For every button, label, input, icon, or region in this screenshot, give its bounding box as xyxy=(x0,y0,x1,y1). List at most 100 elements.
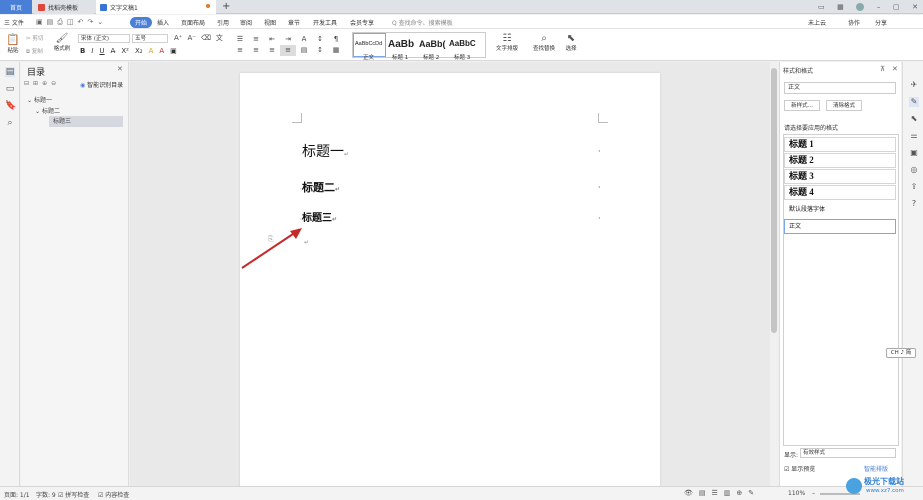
bullet-list-icon[interactable]: ☰ xyxy=(232,34,248,45)
file-menu[interactable]: 三 文件 xyxy=(4,18,24,27)
reading-view-icon[interactable]: ▥ xyxy=(724,489,731,498)
underline-button[interactable]: U xyxy=(99,46,104,56)
find-icon[interactable]: ⌕ xyxy=(5,118,15,128)
decrease-indent-icon[interactable]: ⇤ xyxy=(264,34,280,45)
font-size-select[interactable]: 五号 xyxy=(132,34,168,43)
customize-icon[interactable]: ⌄ xyxy=(97,18,103,26)
tab-home[interactable]: 首页 xyxy=(0,0,32,14)
borders-icon[interactable]: ▦ xyxy=(328,45,344,56)
remove-icon[interactable]: ⊖ xyxy=(51,80,56,88)
find-replace-button[interactable]: ⌕ 查找替换 xyxy=(530,33,558,52)
toc-item-3[interactable]: 标题三 xyxy=(49,116,123,127)
vertical-scrollbar[interactable] xyxy=(770,62,778,486)
scrollbar-thumb[interactable] xyxy=(771,68,777,333)
shrink-font-button[interactable]: A⁻ xyxy=(187,34,195,43)
bookmark-icon[interactable]: 🔖 xyxy=(5,101,16,111)
bold-button[interactable]: B xyxy=(80,46,85,56)
document-page[interactable]: ·标题一↵ ·标题二↵ ·标题三↵ · · · ⎘ ↵ xyxy=(240,73,660,493)
char-border-button[interactable]: ▣ xyxy=(170,46,177,56)
pinyin-icon[interactable]: 文 xyxy=(216,34,223,43)
clear-format-button[interactable]: 清除格式 xyxy=(826,100,862,111)
expand-all-icon[interactable]: ⊞ xyxy=(33,80,38,88)
tab-document[interactable]: 文字文稿1 xyxy=(96,0,216,14)
highlight-button[interactable]: A xyxy=(149,46,154,56)
add-icon[interactable]: ⊕ xyxy=(42,80,47,88)
font-color-button[interactable]: A xyxy=(159,46,164,56)
chapter-icon[interactable]: ▭ xyxy=(5,84,15,94)
pin-icon[interactable]: ⊼ xyxy=(880,65,885,73)
print-preview-icon[interactable]: ◫ xyxy=(67,18,74,26)
style-item-default-font[interactable]: 默认段落字体 xyxy=(784,202,896,217)
increase-indent-icon[interactable]: ⇥ xyxy=(280,34,296,45)
ime-indicator[interactable]: CH ♪ 简 xyxy=(886,348,916,358)
style-item-heading1[interactable]: 标题 1 xyxy=(784,137,896,152)
new-tab-button[interactable]: + xyxy=(222,0,230,14)
maximize-button[interactable]: ▢ xyxy=(893,3,900,11)
menu-membership[interactable]: 会员专享 xyxy=(350,18,374,27)
style-item-heading2[interactable]: 标题 2 xyxy=(784,153,896,168)
style-heading3-sample[interactable]: AaBbC xyxy=(449,39,476,48)
print-icon[interactable]: ⎙ xyxy=(57,18,63,26)
cloud-status[interactable]: 未上云 xyxy=(808,18,826,27)
sort-icon[interactable]: ↕ xyxy=(312,34,328,45)
style-item-heading3[interactable]: 标题 3 xyxy=(784,169,896,184)
chinese-layout-icon[interactable]: A xyxy=(296,34,312,45)
menu-review[interactable]: 审阅 xyxy=(240,18,252,27)
content-check-button[interactable]: ☑ 内容检查 xyxy=(98,490,129,499)
zoom-level[interactable]: 110% xyxy=(788,490,805,497)
smart-layout-button[interactable]: 智能排版 xyxy=(864,464,888,473)
outline-view-icon[interactable]: ☰ xyxy=(712,489,718,498)
style-item-heading4[interactable]: 标题 4 xyxy=(784,185,896,200)
toc-panel-icon[interactable]: ▤ xyxy=(5,67,15,77)
style-heading1-sample[interactable]: AaBb xyxy=(388,39,414,50)
help-icon[interactable]: ? xyxy=(909,199,919,209)
line-spacing-icon[interactable]: ↕ xyxy=(312,45,328,56)
redo-icon[interactable]: ↷ xyxy=(87,18,93,26)
clear-format-icon[interactable]: ⌫ xyxy=(201,34,211,43)
align-center-icon[interactable]: ≡ xyxy=(248,45,264,56)
font-name-select[interactable]: 宋体 (正文) xyxy=(78,34,130,43)
align-left-icon[interactable]: ≡ xyxy=(232,45,248,56)
distribute-icon[interactable]: ▤ xyxy=(296,45,312,56)
heading-1[interactable]: ·标题一↵ xyxy=(300,141,349,161)
share-doc-icon[interactable]: ⇪ xyxy=(909,182,919,192)
new-style-button[interactable]: 新样式... xyxy=(784,100,820,111)
avatar[interactable] xyxy=(856,3,865,11)
menu-page-layout[interactable]: 页面布局 xyxy=(181,18,205,27)
window-layout-icon[interactable]: ▭ xyxy=(818,3,825,11)
style-heading2-sample[interactable]: AaBb( xyxy=(419,39,446,49)
menu-developer[interactable]: 开发工具 xyxy=(313,18,337,27)
smart-toc-button[interactable]: ◉ 智能识别目录 xyxy=(80,80,123,89)
text-layout-button[interactable]: ☷ 文字排版 xyxy=(494,33,520,52)
close-icon[interactable]: ✕ xyxy=(892,65,898,73)
menu-chapter[interactable]: 章节 xyxy=(288,18,300,27)
style-item-normal[interactable]: 正文 xyxy=(784,219,896,234)
paste-button[interactable]: 📋 粘贴 xyxy=(4,33,22,54)
close-button[interactable]: ✕ xyxy=(912,3,918,11)
grid-icon[interactable]: ▦ xyxy=(837,3,844,11)
export-pdf-icon[interactable]: ▤ xyxy=(47,18,54,26)
heading-2[interactable]: ·标题二↵ xyxy=(300,179,340,195)
image-icon[interactable]: ▣ xyxy=(909,148,919,158)
command-search[interactable]: Q 查找命令、搜索模板 xyxy=(392,18,453,27)
menu-insert[interactable]: 插入 xyxy=(157,18,169,27)
zoom-out-button[interactable]: – xyxy=(812,490,815,497)
collapse-all-icon[interactable]: ⊟ xyxy=(24,80,29,88)
web-view-icon[interactable]: ⊕ xyxy=(736,489,742,498)
theme-icon[interactable]: ✈ xyxy=(909,80,919,90)
write-mode-icon[interactable]: ✎ xyxy=(748,489,754,498)
subscript-button[interactable]: X₂ xyxy=(135,46,143,56)
toc-item-1[interactable]: ⌄ 标题一 xyxy=(27,95,52,106)
show-marks-icon[interactable]: ¶ xyxy=(328,34,344,45)
select-button[interactable]: ⬉ 选择 xyxy=(562,33,580,52)
adjust-icon[interactable]: ⚌ xyxy=(909,131,919,141)
save-icon[interactable]: ▣ xyxy=(36,18,43,26)
page-view-icon[interactable]: ▤ xyxy=(699,489,706,498)
italic-button[interactable]: I xyxy=(91,46,93,56)
tab-template[interactable]: 找稻壳模板 xyxy=(34,0,94,14)
select-cursor-icon[interactable]: ⬉ xyxy=(909,114,919,124)
menu-references[interactable]: 引用 xyxy=(217,18,229,27)
share-button[interactable]: 分享 xyxy=(875,18,887,27)
word-count[interactable]: 字数: 9 xyxy=(36,490,56,499)
grow-font-button[interactable]: A⁺ xyxy=(174,34,182,43)
